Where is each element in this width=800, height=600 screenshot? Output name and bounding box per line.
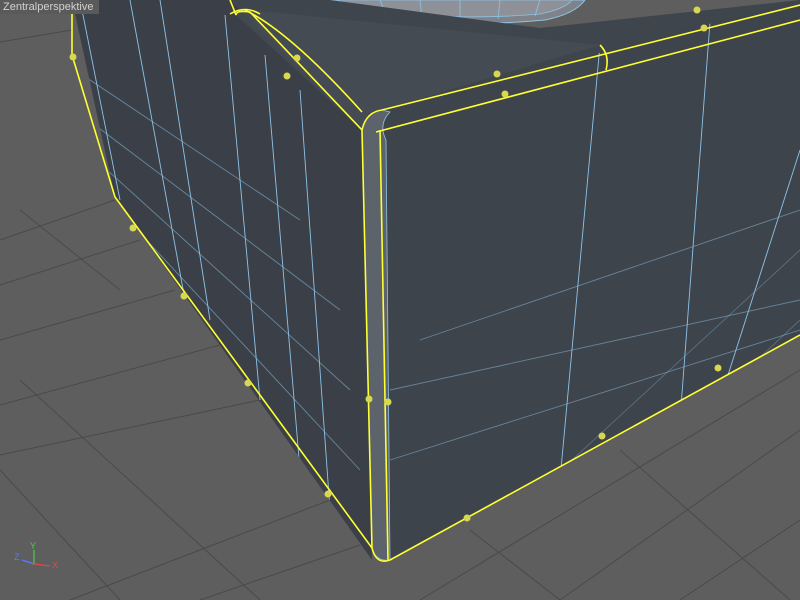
viewport-camera-label[interactable]: Zentralperspektive (0, 0, 99, 14)
x-axis-label: X (52, 560, 58, 570)
z-axis-line (21, 559, 35, 565)
x-axis-line (33, 563, 51, 567)
scene-canvas[interactable] (0, 0, 800, 600)
z-axis-label: Z (14, 552, 20, 562)
axis-gizmo: Y X Z (14, 541, 58, 570)
y-axis-label: Y (30, 541, 36, 551)
3d-viewport[interactable]: Zentralperspektive Y X Z (0, 0, 800, 600)
